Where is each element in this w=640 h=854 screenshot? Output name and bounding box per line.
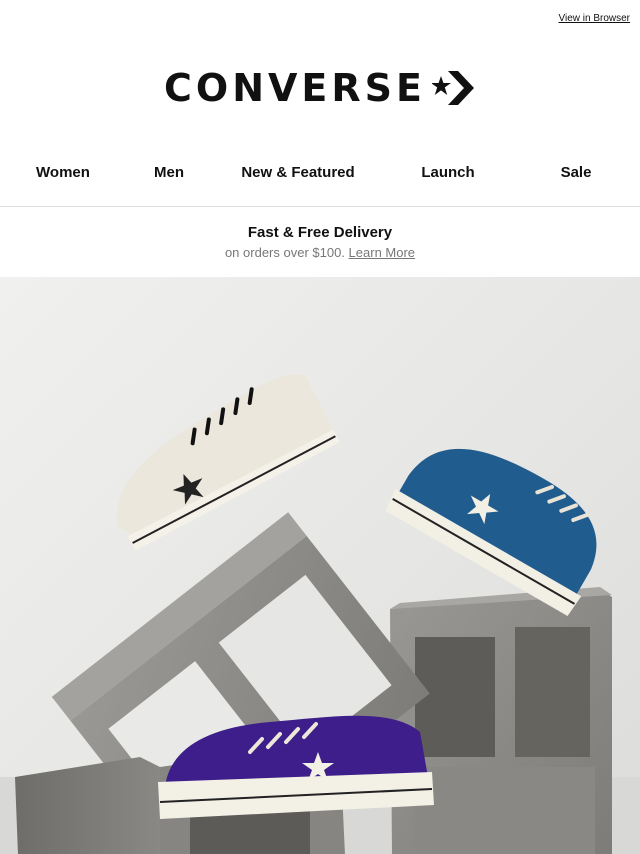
- main-nav: Women Men New & Featured Launch Sale: [0, 138, 640, 207]
- nav-item-launch[interactable]: Launch: [384, 164, 512, 181]
- cream-sneaker: [117, 374, 340, 551]
- star-chevron-icon: [431, 71, 474, 105]
- promo-subtitle-text: on orders over $100.: [224, 245, 345, 260]
- blue-sneaker: [385, 448, 597, 617]
- hero-image[interactable]: [0, 277, 640, 854]
- top-bar: View in Browser: [0, 0, 640, 38]
- hero-illustration: [0, 374, 640, 854]
- logo-header: CONVERSE: [0, 38, 640, 138]
- nav-item-men[interactable]: Men: [126, 164, 212, 181]
- promo-subtitle: on orders over $100. Learn More: [0, 245, 640, 260]
- converse-logo[interactable]: CONVERSE: [164, 66, 476, 110]
- nav-item-sale[interactable]: Sale: [512, 164, 640, 181]
- brand-wordmark: CONVERSE: [164, 66, 426, 110]
- learn-more-link[interactable]: Learn More: [349, 245, 415, 260]
- view-in-browser-link[interactable]: View in Browser: [558, 13, 630, 24]
- promo-title: Fast & Free Delivery: [247, 224, 393, 241]
- nav-item-women[interactable]: Women: [0, 164, 126, 181]
- promo-banner: Fast & Free Delivery on orders over $100…: [0, 207, 640, 277]
- cinder-block-right: [390, 587, 612, 854]
- nav-item-new-featured[interactable]: New & Featured: [212, 164, 384, 181]
